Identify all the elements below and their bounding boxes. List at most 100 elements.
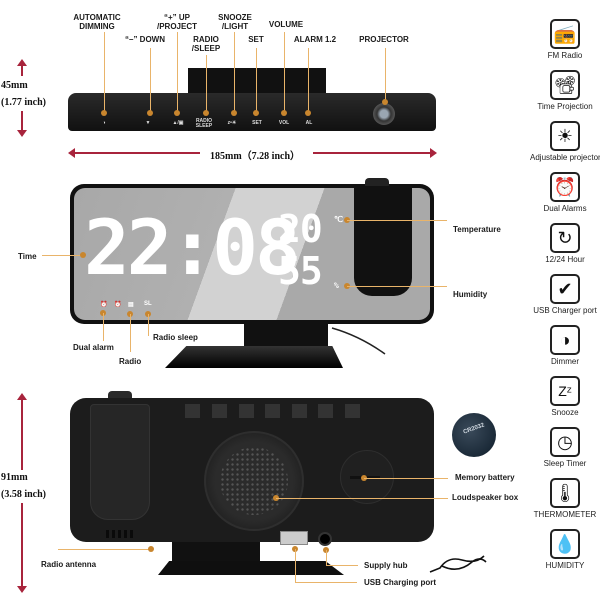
- callout-dot: [148, 546, 154, 552]
- dimmer-icon: ◑: [550, 325, 580, 355]
- height-mm: 45mm: [1, 80, 28, 91]
- projector-arm: [354, 186, 412, 296]
- callout-line: [130, 314, 131, 352]
- vent: [124, 530, 127, 538]
- dimension-line: [21, 111, 23, 130]
- callout-snooze-light: SNOOZE /LIGHT: [218, 13, 252, 31]
- clock-cycle-icon: ↻: [550, 223, 580, 253]
- callout-dot: [203, 110, 209, 116]
- usb-charger-icon: ✔: [550, 274, 580, 304]
- callout-line: [364, 478, 448, 479]
- callout-line: [276, 498, 448, 499]
- power-cable: [331, 327, 386, 355]
- arrow-right-icon: [430, 148, 437, 158]
- feature-adjustable-projector: ☀ Adjustable projector: [530, 121, 600, 163]
- feature-label: Dimmer: [551, 357, 579, 366]
- callout-line: [206, 55, 207, 113]
- vent: [118, 530, 121, 538]
- callout-line: [347, 220, 447, 221]
- feature-label: Snooze: [551, 408, 579, 417]
- callout-line: [385, 48, 386, 102]
- callout-radio: Radio: [119, 357, 142, 366]
- down-button[interactable]: ▼: [143, 121, 153, 126]
- callout-temperature: Temperature: [453, 225, 501, 234]
- projector-icon: 📽: [550, 70, 580, 100]
- adjustable-projector-icon: ☀: [550, 121, 580, 151]
- vent: [106, 530, 109, 538]
- back-stand-base: [158, 561, 344, 575]
- snooze-light-button[interactable]: z•☀: [222, 121, 242, 126]
- callout-line: [103, 313, 104, 341]
- up-project-button[interactable]: ▲/▣: [168, 121, 188, 126]
- button-tab: [292, 404, 307, 418]
- radio-icon: 📻: [550, 19, 580, 49]
- dimming-button[interactable]: ◑: [98, 121, 110, 126]
- cr2032-battery: CR2032: [452, 413, 496, 457]
- callout-usb-charging-port: USB Charging port: [364, 578, 436, 587]
- feature-fm-radio: 📻 FM Radio: [530, 19, 600, 61]
- callout-line: [148, 314, 149, 336]
- feature-label: USB Charger port: [533, 306, 597, 315]
- volume-button[interactable]: VOL: [277, 121, 291, 126]
- dimension-line: [313, 152, 430, 154]
- callout-line: [295, 549, 296, 582]
- callout-line: [104, 32, 105, 113]
- dimension-line: [21, 66, 23, 76]
- projector-lens: [373, 103, 395, 125]
- feature-label: Dual Alarms: [543, 204, 587, 213]
- callout-line: [150, 48, 151, 113]
- button-tab: [265, 404, 280, 418]
- callout-line: [42, 255, 82, 256]
- callout-dot: [305, 110, 311, 116]
- width-dimension: 185mm（7.28 inch）: [210, 151, 300, 162]
- height-inch: (1.77 inch): [1, 97, 46, 108]
- supply-hub-jack[interactable]: [318, 532, 332, 546]
- usb-charging-port[interactable]: [280, 531, 308, 545]
- battery-model: CR2032: [462, 422, 486, 436]
- feature-label: FM Radio: [547, 51, 583, 60]
- temperature-value: 20: [278, 207, 323, 251]
- callout-dot: [382, 99, 388, 105]
- snooze-icon: Zᶻ: [550, 376, 580, 406]
- set-button[interactable]: SET: [250, 121, 264, 126]
- alarm-2-indicator-icon: ⏰: [114, 302, 122, 308]
- callout-line: [308, 48, 309, 113]
- callout-line: [256, 48, 257, 113]
- callout-projector: PROJECTOR: [359, 35, 409, 44]
- projector-cover: [90, 404, 150, 520]
- callout-humidity: Humidity: [453, 290, 488, 299]
- callout-time: Time: [18, 252, 37, 261]
- feature-dimmer: ◑ Dimmer: [530, 325, 600, 367]
- power-cable-icon: [429, 555, 487, 573]
- callout-line: [326, 550, 327, 565]
- callout-dot: [253, 110, 259, 116]
- feature-label: HUMIDITY: [545, 561, 585, 570]
- stand-neck: [244, 324, 328, 346]
- arrow-up-icon: [17, 393, 27, 400]
- callout-dual-alarm: Dual alarm: [73, 343, 114, 352]
- back-height-inch: (3.58 inch): [1, 489, 46, 500]
- callout-line: [326, 565, 358, 566]
- arrow-up-icon: [17, 59, 27, 66]
- callout-loudspeaker-box: Loudspeaker box: [452, 493, 519, 502]
- vent: [112, 530, 115, 538]
- callout-dot: [174, 110, 180, 116]
- callout-down: “–” DOWN: [125, 35, 165, 44]
- feature-time-projection: 📽 Time Projection: [530, 70, 600, 112]
- stand-base: [165, 346, 343, 368]
- feature-snooze: Zᶻ Snooze: [530, 376, 600, 418]
- back-height-mm: 91mm: [1, 472, 28, 483]
- alarm-clock-icon: ⏰: [550, 172, 580, 202]
- alarm-button[interactable]: AL: [302, 121, 316, 126]
- dimension-line: [21, 503, 23, 586]
- callout-up-project: “+” UP /PROJECT: [156, 13, 197, 31]
- dimension-line: [75, 152, 200, 154]
- callout-line: [234, 32, 235, 113]
- button-tab: [185, 404, 200, 418]
- feature-label: Adjustable projector: [530, 153, 600, 162]
- callout-alarm: ALARM 1.2: [293, 35, 337, 44]
- callout-line: [58, 549, 150, 550]
- callout-line: [177, 32, 178, 113]
- feature-label: Time Projection: [537, 102, 593, 111]
- radio-sleep-button[interactable]: RADIO SLEEP: [192, 119, 216, 129]
